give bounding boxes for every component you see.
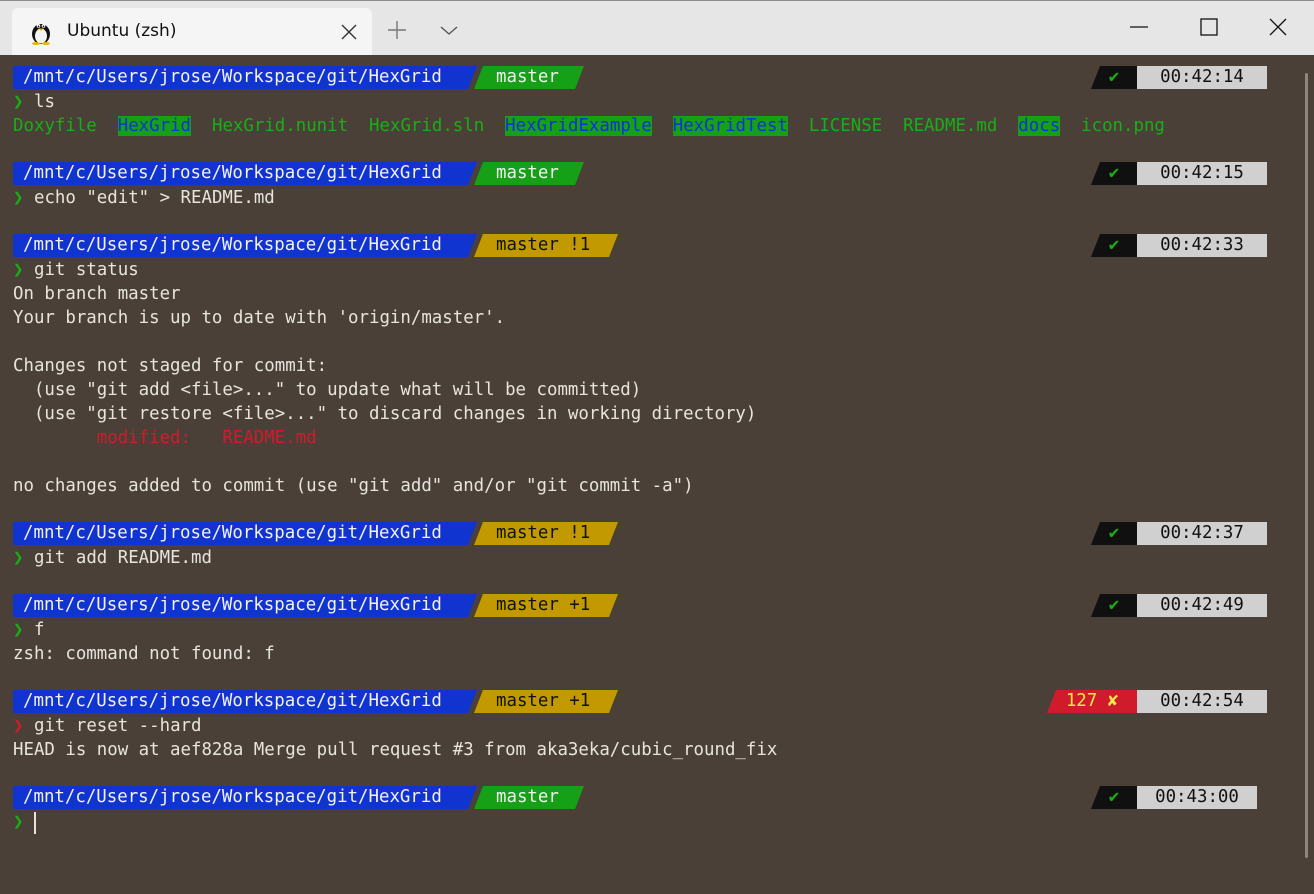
prompt-git: master +1 [474,690,618,713]
ls-item: HexGrid [117,116,192,136]
prompt-char: ❯ [13,188,24,208]
output-line: HEAD is now at aef828a Merge pull reques… [13,740,778,760]
prompt-git: master [474,66,584,89]
ls-item: icon.png [1081,116,1165,136]
prompt-path: /mnt/c/Users/jrose/Workspace/git/HexGrid [13,522,477,545]
ls-item: HexGridExample [505,116,652,136]
prompt-time: 00:42:37 [1137,522,1267,545]
prompt-path: /mnt/c/Users/jrose/Workspace/git/HexGrid [13,690,477,713]
command-text: ls [33,92,55,112]
prompt-char: ❯ [13,548,24,568]
terminal-content[interactable]: /mnt/c/Users/jrose/Workspace/git/HexGrid… [0,55,1314,894]
tux-icon [32,24,50,45]
new-tab-icon[interactable] [386,19,408,41]
prompt-status: ✔ [1091,786,1137,809]
prompt-time: 00:42:49 [1137,594,1267,617]
prompt-error-status: 127 ✘ [1047,690,1137,713]
command-line[interactable]: ❯ [13,810,23,834]
scrollbar[interactable] [1305,73,1308,858]
command-line: ❯ f [13,618,44,642]
prompt-time: 00:43:00 [1137,786,1257,809]
command-text: f [33,620,45,640]
prompt-git: master [474,162,584,185]
prompt-git: master !1 [474,522,618,545]
prompt-char: ❯ [13,620,24,640]
tab-ubuntu-zsh[interactable]: Ubuntu (zsh) [12,8,372,56]
command-text: git add README.md [33,548,212,568]
ls-output: Doxyfile HexGrid HexGrid.nunit HexGrid.s… [13,114,1165,138]
prompt-path: /mnt/c/Users/jrose/Workspace/git/HexGrid [13,66,477,89]
prompt-time: 00:42:15 [1137,162,1267,185]
output-line: (use "git add <file>..." to update what … [13,380,642,400]
ls-item: HexGrid.sln [369,116,485,136]
output-line: Changes not staged for commit: [13,356,328,376]
prompt-status: ✔ [1091,66,1137,89]
minimize-icon[interactable] [1127,15,1151,39]
command-line: ❯ git reset --hard [13,714,202,738]
prompt-time: 00:42:33 [1137,234,1267,257]
prompt-time: 00:42:54 [1137,690,1267,713]
prompt-status: ✔ [1091,234,1137,257]
prompt-git: master +1 [474,594,618,617]
maximize-icon[interactable] [1197,15,1221,39]
dropdown-icon[interactable] [438,19,460,41]
prompt-status: ✔ [1091,162,1137,185]
command-line: ❯ git add README.md [13,546,212,570]
output-line: Your branch is up to date with 'origin/m… [13,308,506,328]
ls-item: docs [1018,116,1061,136]
command-text: git status [33,260,139,280]
prompt-status: ✔ [1091,594,1137,617]
tab-title: Ubuntu (zsh) [67,21,177,41]
prompt-char-error: ❯ [13,716,24,736]
ls-item: HexGrid.nunit [211,116,349,136]
modified-file-line: modified: README.md [13,428,317,448]
prompt-time: 00:42:14 [1137,66,1267,89]
prompt-char: ❯ [13,812,24,832]
output-line: no changes added to commit (use "git add… [13,476,694,496]
command-line: ❯ echo "edit" > README.md [13,186,275,210]
ls-item: LICENSE [808,116,883,136]
ls-item: Doxyfile [13,116,97,136]
prompt-path: /mnt/c/Users/jrose/Workspace/git/HexGrid [13,162,477,185]
output-line: (use "git restore <file>..." to discard … [13,404,757,424]
ls-item: README.md [903,116,998,136]
prompt-path: /mnt/c/Users/jrose/Workspace/git/HexGrid [13,786,477,809]
command-text: echo "edit" > README.md [33,188,275,208]
command-line: ❯ git status [13,258,139,282]
prompt-path: /mnt/c/Users/jrose/Workspace/git/HexGrid [13,594,477,617]
command-line: ❯ ls [13,90,55,114]
prompt-path: /mnt/c/Users/jrose/Workspace/git/HexGrid [13,234,477,257]
title-bar: Ubuntu (zsh) [0,0,1314,56]
close-tab-icon[interactable] [340,23,358,41]
prompt-char: ❯ [13,92,24,112]
output-line: zsh: command not found: f [13,644,275,664]
output-line: On branch master [13,284,181,304]
prompt-status: ✔ [1091,522,1137,545]
command-text: git reset --hard [33,716,202,736]
prompt-char: ❯ [13,260,24,280]
text-cursor [34,812,36,834]
prompt-git: master [474,786,584,809]
terminal-window: Ubuntu (zsh) /mnt/c/Users/jrose/Workspac… [0,0,1314,894]
ls-item: HexGridTest [672,116,788,136]
prompt-git: master !1 [474,234,618,257]
close-window-icon[interactable] [1266,15,1290,39]
